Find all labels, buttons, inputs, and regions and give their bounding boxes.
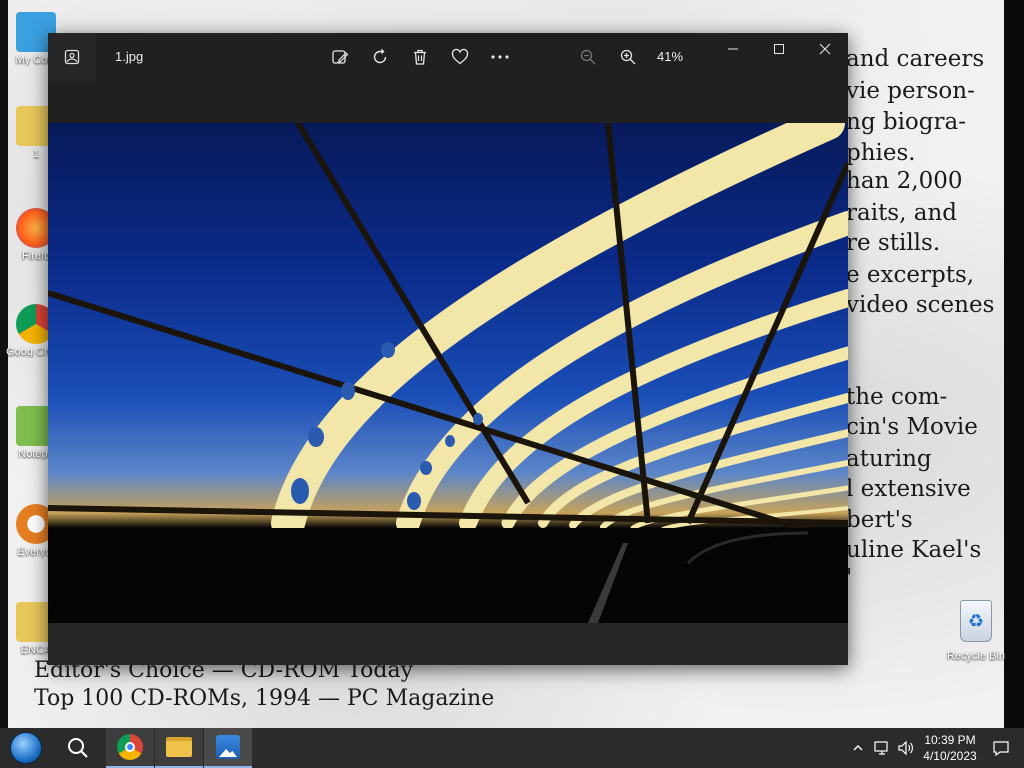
edit-image-icon [332,50,349,64]
wallpaper-text-line: raits, and [846,200,957,226]
rotate-button[interactable] [365,42,395,72]
clock-date: 4/10/2023 [923,749,977,763]
taskbar-photos[interactable] [204,728,252,768]
wallpaper-text-line: phies. [846,140,916,166]
chrome-icon [117,734,143,760]
zoom-out-button[interactable] [573,42,603,72]
favorite-button[interactable] [445,42,475,72]
taskbar-file-explorer[interactable] [155,728,203,768]
photo-canvas[interactable] [48,123,848,623]
speaker-icon [898,740,913,756]
photos-bottom-bar [48,623,848,665]
taskbar: 10:39 PM 4/10/2023 [0,728,1024,768]
tray-overflow-button[interactable] [846,728,870,768]
more-options-button[interactable] [485,42,515,72]
recycle-bin-icon: ♻ [960,600,992,642]
network-icon [874,741,888,755]
wallpaper-text-line: e excerpts, [846,262,975,288]
wallpaper-text-line: ng biogra- [846,109,966,135]
wallpaper-text-line: cin's Movie [846,414,978,440]
chevron-up-icon [853,745,863,751]
heart-icon [451,48,469,65]
wallpaper-text-line: re stills. [846,230,941,256]
windows-logo-icon [10,732,42,764]
taskbar-clock[interactable]: 10:39 PM 4/10/2023 [918,732,982,764]
wallpaper-text-line: han 2,000 [846,168,963,194]
search-icon [68,738,88,758]
maximize-icon [774,44,784,54]
minimize-button[interactable] [710,33,756,65]
notification-center-button[interactable] [990,728,1012,768]
zoom-level[interactable]: 41% [650,49,690,64]
wallpaper-text-line: Top 100 CD-ROMs, 1994 — PC Magazine [34,686,495,711]
minimize-icon [728,48,738,50]
maximize-button[interactable] [756,33,802,65]
search-button[interactable] [54,728,102,768]
wallpaper-text-line: and careers [846,46,985,72]
clock-time: 10:39 PM [924,733,976,747]
volume-control[interactable] [894,728,918,768]
notification-icon [993,741,1009,756]
edit-image-button[interactable] [325,42,355,72]
trash-icon [414,49,426,65]
zoom-in-button[interactable] [613,42,643,72]
wallpaper-text-line: video scenes [846,292,995,318]
start-button[interactable] [2,728,50,768]
photos-app-icon [48,33,96,81]
taskbar-chrome[interactable] [106,728,154,768]
close-button[interactable] [802,33,848,65]
wallpaper-text-line: bert's [846,507,913,533]
file-name: 1.jpg [115,49,144,64]
zoom-out-icon [580,49,596,65]
wallpaper-text-line: the com- [846,384,948,410]
network-status[interactable] [870,728,894,768]
photos-titlebar: 1.jpg 41% [48,33,848,81]
photos-icon [216,735,240,759]
more-icon [491,55,509,59]
wallpaper-text-line: l extensive [846,476,971,502]
folder-icon [166,737,192,757]
rotate-icon [373,49,387,64]
desktop-icon-recycle-bin[interactable]: ♻ Recycle Bin [945,600,1007,662]
recycle-bin-label: Recycle Bin [946,650,1006,662]
photos-window: 1.jpg 41% [48,33,848,665]
wallpaper-text-line: aturing [846,446,932,472]
bridge-photo [48,123,848,623]
close-icon [819,43,831,55]
wallpaper-text-line: vie person- [846,78,975,104]
wallpaper-text-line: uline Kael's [846,537,982,563]
zoom-in-icon [620,49,636,65]
delete-button[interactable] [405,42,435,72]
